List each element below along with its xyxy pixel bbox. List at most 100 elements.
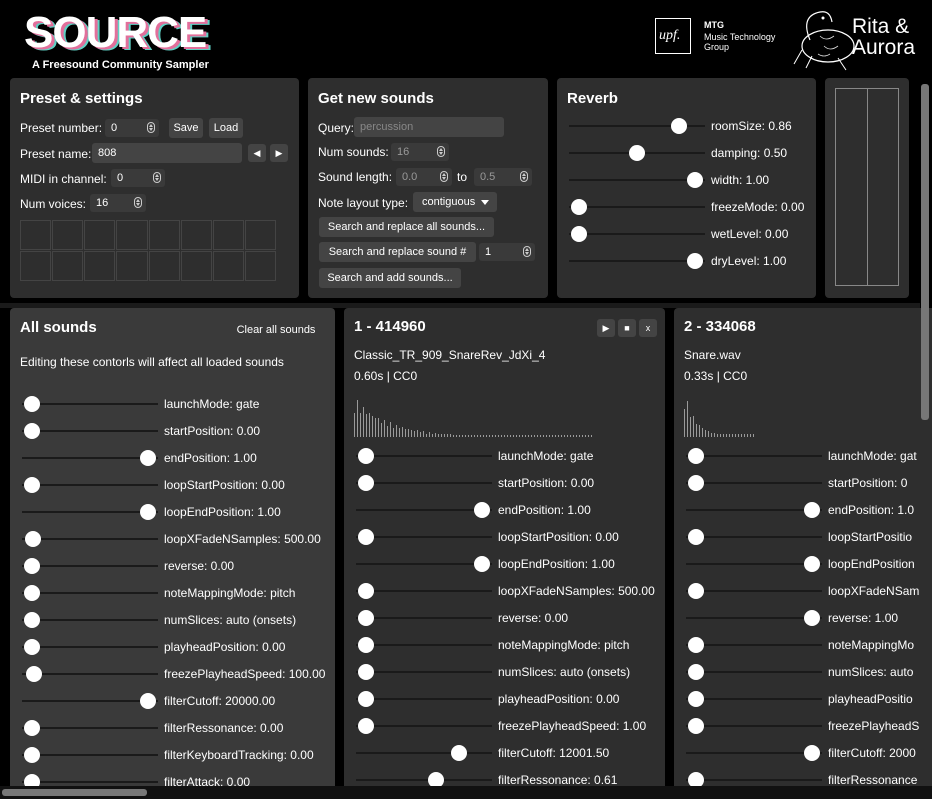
param-slider[interactable] [356, 529, 492, 545]
param-slider[interactable] [686, 610, 822, 626]
slider-knob[interactable] [688, 529, 704, 545]
slider-knob[interactable] [688, 637, 704, 653]
param-slider[interactable] [22, 639, 158, 655]
param-slider[interactable] [569, 226, 705, 242]
load-button[interactable]: Load [209, 118, 243, 138]
pad[interactable] [52, 220, 84, 250]
pad[interactable] [116, 220, 148, 250]
param-slider[interactable] [569, 145, 705, 161]
num-sounds-input[interactable]: 16 [391, 143, 449, 161]
slider-track[interactable] [22, 700, 158, 702]
midi-channel-input[interactable]: 0 [111, 169, 165, 187]
param-slider[interactable] [356, 745, 492, 761]
slider-track[interactable] [356, 590, 492, 592]
slider-track[interactable] [22, 430, 158, 432]
slider-track[interactable] [356, 617, 492, 619]
search-replace-sound-button[interactable]: Search and replace sound # [319, 242, 476, 262]
param-slider[interactable] [686, 637, 822, 653]
slider-knob[interactable] [688, 691, 704, 707]
slider-knob[interactable] [24, 477, 40, 493]
slider-track[interactable] [22, 403, 158, 405]
param-slider[interactable] [356, 718, 492, 734]
search-add-sounds-button[interactable]: Search and add sounds... [319, 268, 461, 288]
slider-track[interactable] [686, 455, 822, 457]
pad[interactable] [52, 251, 84, 281]
param-slider[interactable] [686, 664, 822, 680]
slider-track[interactable] [22, 781, 158, 783]
search-replace-all-button[interactable]: Search and replace all sounds... [319, 217, 494, 237]
param-slider[interactable] [22, 585, 158, 601]
preset-number-input[interactable]: 0 [105, 119, 159, 137]
slider-track[interactable] [686, 698, 822, 700]
slider-track[interactable] [686, 779, 822, 781]
slider-track[interactable] [356, 698, 492, 700]
slider-knob[interactable] [25, 531, 42, 547]
slider-track[interactable] [569, 206, 705, 208]
slider-knob[interactable] [688, 448, 704, 464]
slider-knob[interactable] [358, 610, 374, 626]
replace-sound-number-input[interactable]: 1 [479, 243, 535, 261]
slider-track[interactable] [356, 671, 492, 673]
slider-track[interactable] [356, 509, 492, 511]
vertical-scrollbar[interactable] [921, 84, 929, 420]
slider-track[interactable] [686, 482, 822, 484]
spinner-icon[interactable] [440, 171, 448, 182]
param-slider[interactable] [22, 693, 158, 709]
slider-track[interactable] [686, 563, 822, 565]
param-slider[interactable] [686, 529, 822, 545]
param-slider[interactable] [22, 450, 158, 466]
slider-track[interactable] [356, 779, 492, 781]
slider-knob[interactable] [358, 691, 374, 707]
slider-knob[interactable] [358, 664, 374, 680]
slider-knob[interactable] [358, 583, 374, 599]
prev-preset-button[interactable]: ◀ [248, 144, 266, 162]
slider-knob[interactable] [24, 585, 40, 601]
slider-knob[interactable] [629, 145, 645, 161]
pad[interactable] [20, 251, 52, 281]
play-button[interactable]: ▶ [597, 319, 615, 337]
slider-knob[interactable] [687, 172, 703, 188]
param-slider[interactable] [22, 558, 158, 574]
note-layout-select[interactable]: contiguous [413, 192, 497, 212]
slider-track[interactable] [686, 617, 822, 619]
slider-track[interactable] [356, 455, 492, 457]
slider-knob[interactable] [26, 666, 43, 682]
param-slider[interactable] [356, 664, 492, 680]
slider-knob[interactable] [688, 583, 704, 599]
slider-track[interactable] [22, 565, 158, 567]
slider-knob[interactable] [804, 556, 820, 572]
slider-knob[interactable] [474, 502, 490, 518]
param-slider[interactable] [22, 531, 158, 547]
slider-track[interactable] [22, 619, 158, 621]
pad-grid[interactable] [20, 220, 276, 281]
slider-track[interactable] [22, 673, 158, 675]
preset-name-input[interactable]: 808 [92, 143, 242, 163]
slider-knob[interactable] [688, 664, 704, 680]
spinner-icon[interactable] [147, 122, 155, 133]
horizontal-scrollbar[interactable] [2, 789, 147, 796]
pad[interactable] [148, 251, 180, 281]
pad[interactable] [116, 251, 148, 281]
param-slider[interactable] [356, 691, 492, 707]
slider-knob[interactable] [804, 610, 820, 626]
param-slider[interactable] [22, 504, 158, 520]
param-slider[interactable] [22, 720, 158, 736]
slider-track[interactable] [356, 752, 492, 754]
slider-track[interactable] [22, 457, 158, 459]
param-slider[interactable] [569, 172, 705, 188]
pad[interactable] [244, 220, 276, 250]
slider-track[interactable] [569, 179, 705, 181]
slider-knob[interactable] [140, 450, 156, 466]
param-slider[interactable] [686, 502, 822, 518]
spinner-icon[interactable] [437, 146, 445, 157]
slider-knob[interactable] [450, 745, 467, 761]
spinner-icon[interactable] [134, 197, 142, 208]
param-slider[interactable] [22, 396, 158, 412]
slider-track[interactable] [686, 644, 822, 646]
param-slider[interactable] [22, 747, 158, 763]
slider-track[interactable] [356, 725, 492, 727]
slider-knob[interactable] [24, 747, 40, 763]
slider-knob[interactable] [24, 612, 40, 628]
param-slider[interactable] [569, 199, 705, 215]
slider-knob[interactable] [358, 448, 374, 464]
